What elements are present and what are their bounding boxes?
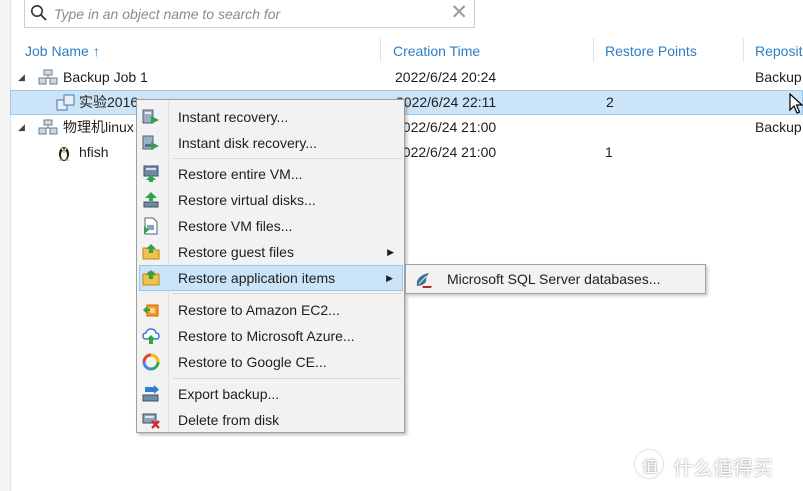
menu-item-label: Restore to Google CE... xyxy=(178,354,327,370)
watermark-text: 什么值得买 xyxy=(673,458,773,480)
column-divider[interactable] xyxy=(593,38,594,62)
creation-time: 2022/6/24 21:00 xyxy=(395,144,497,160)
menu-separator xyxy=(173,293,401,294)
submenu-application-items: Microsoft SQL Server databases... xyxy=(405,264,706,294)
menu-item-restore-azure[interactable]: Restore to Microsoft Azure... xyxy=(139,323,403,349)
table-row[interactable]: hfish 2022/6/24 21:00 1 xyxy=(10,140,803,165)
menu-item-label: Instant recovery... xyxy=(178,109,289,125)
delete-disk-icon xyxy=(142,411,160,429)
menu-item-delete-from-disk[interactable]: Delete from disk xyxy=(139,407,403,433)
amazon-ec2-icon xyxy=(142,301,160,319)
submenu-item-sql-server-databases[interactable]: Microsoft SQL Server databases... xyxy=(447,265,660,293)
restore-vm-icon xyxy=(142,165,160,183)
menu-item-label: Restore application items xyxy=(178,270,336,286)
collapse-arrow-icon[interactable]: ◢ xyxy=(18,115,25,140)
restore-files-icon xyxy=(142,217,160,235)
job-name: Backup Job 1 xyxy=(63,69,148,85)
menu-item-restore-vm-files[interactable]: Restore VM files... xyxy=(139,213,403,239)
repository: Backup xyxy=(755,69,802,85)
menu-item-restore-entire-vm[interactable]: Restore entire VM... xyxy=(139,161,403,187)
clear-search-icon[interactable]: ✕ xyxy=(450,2,468,24)
menu-item-restore-google-ce[interactable]: Restore to Google CE... xyxy=(139,349,403,375)
creation-time: 2022/6/24 20:24 xyxy=(395,69,497,85)
restore-points: 1 xyxy=(605,144,613,160)
context-menu: Instant recovery... Instant disk recover… xyxy=(136,99,405,433)
menu-separator xyxy=(173,378,401,379)
restore-points: 2 xyxy=(606,94,614,110)
submenu-arrow-icon: ▶ xyxy=(386,273,393,283)
instant-recovery-icon xyxy=(142,108,160,126)
instant-disk-recovery-icon xyxy=(142,134,160,152)
menu-item-label: Restore to Amazon EC2... xyxy=(178,302,340,318)
restore-disks-icon xyxy=(142,191,160,209)
mouse-cursor-icon xyxy=(789,92,803,118)
repository: Backup xyxy=(755,119,802,135)
menu-item-label: Restore entire VM... xyxy=(178,166,303,182)
linux-penguin-icon xyxy=(55,144,73,165)
export-backup-icon xyxy=(142,385,160,403)
table-row-selected[interactable]: 实验2016 2022/6/24 22:11 2 xyxy=(10,90,803,115)
column-header-creation-time[interactable]: Creation Time xyxy=(393,40,480,62)
sql-server-icon xyxy=(414,271,434,292)
menu-item-instant-recovery[interactable]: Instant recovery... xyxy=(139,104,403,130)
collapse-arrow-icon[interactable]: ◢ xyxy=(18,65,25,90)
menu-item-instant-disk-recovery[interactable]: Instant disk recovery... xyxy=(139,130,403,156)
menu-item-label: Export backup... xyxy=(178,386,280,402)
column-header-repository[interactable]: Reposit xyxy=(755,40,802,62)
backup-job-icon xyxy=(38,69,58,90)
table-row[interactable]: ◢ 物理机linux 2022/6/24 21:00 Backup xyxy=(10,115,803,140)
app-items-icon xyxy=(142,269,160,287)
column-divider[interactable] xyxy=(743,38,744,62)
search-box[interactable]: Type in an object name to search for ✕ xyxy=(24,0,475,28)
menu-item-restore-virtual-disks[interactable]: Restore virtual disks... xyxy=(139,187,403,213)
guest-files-icon xyxy=(142,243,160,261)
creation-time: 2022/6/24 21:00 xyxy=(395,119,497,135)
watermark-logo-glyph: 值 xyxy=(642,459,659,476)
column-header-row: Job Name ↑ Creation Time Restore Points R… xyxy=(10,38,803,62)
google-cloud-icon xyxy=(142,353,160,371)
menu-item-label: Restore VM files... xyxy=(178,218,293,234)
column-header-job-name[interactable]: Job Name ↑ xyxy=(25,40,100,62)
vm-name: hfish xyxy=(79,144,109,160)
menu-item-restore-amazon-ec2[interactable]: Restore to Amazon EC2... xyxy=(139,297,403,323)
column-header-restore-points[interactable]: Restore Points xyxy=(605,40,697,62)
menu-separator xyxy=(173,158,401,159)
menu-item-label: Delete from disk xyxy=(178,412,280,428)
menu-item-label: Restore guest files xyxy=(178,244,294,260)
backup-job-icon xyxy=(38,119,58,140)
job-name-label: Job Name xyxy=(25,43,89,59)
table-row[interactable]: ◢ Backup Job 1 2022/6/24 20:24 Backup xyxy=(10,65,803,90)
menu-item-restore-guest-files[interactable]: Restore guest files ▶ xyxy=(139,239,403,265)
vm-icon xyxy=(56,94,76,115)
menu-item-label: Instant disk recovery... xyxy=(178,135,318,151)
menu-item-restore-application-items[interactable]: Restore application items ▶ xyxy=(139,265,403,291)
menu-item-label: Restore virtual disks... xyxy=(178,192,316,208)
sort-ascending-icon: ↑ xyxy=(92,43,100,59)
menu-item-label: Restore to Microsoft Azure... xyxy=(178,328,355,344)
column-divider[interactable] xyxy=(380,38,381,62)
submenu-arrow-icon: ▶ xyxy=(387,247,394,257)
search-icon xyxy=(30,4,48,25)
search-placeholder[interactable]: Type in an object name to search for xyxy=(54,6,280,22)
azure-cloud-icon xyxy=(142,327,160,345)
vm-name: 实验2016 xyxy=(79,94,139,110)
job-name: 物理机linux xyxy=(63,119,134,135)
creation-time: 2022/6/24 22:11 xyxy=(396,94,497,110)
menu-item-export-backup[interactable]: Export backup... xyxy=(139,381,403,407)
